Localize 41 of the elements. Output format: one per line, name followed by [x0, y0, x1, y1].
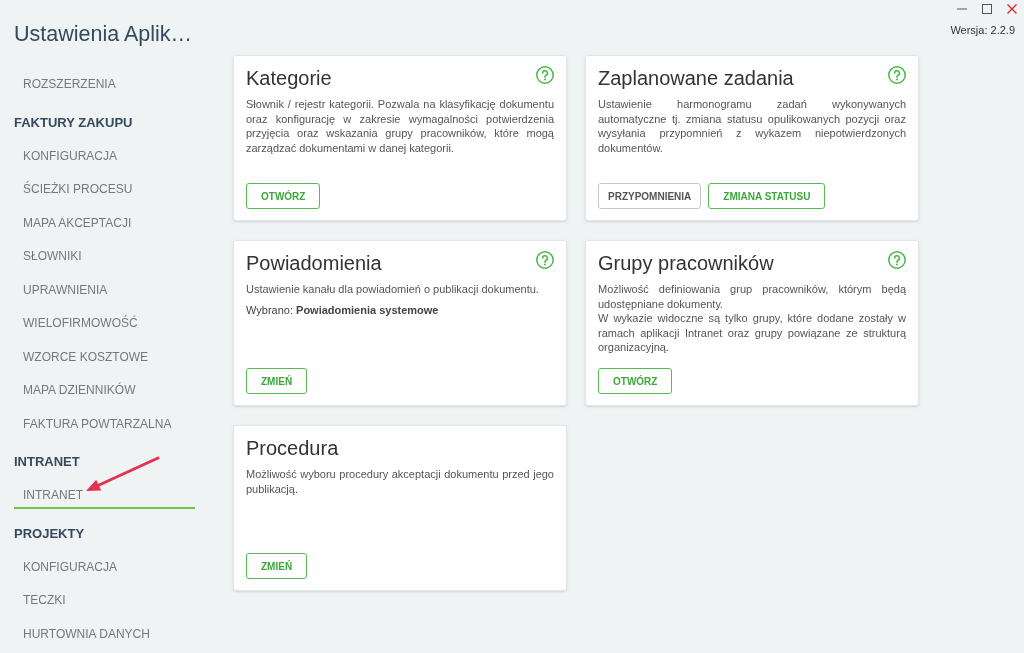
sidebar-item[interactable]: WIELOFIRMOWOŚĆ	[14, 312, 195, 337]
sidebar-item[interactable]: WZORCE KOSZTOWE	[14, 345, 195, 371]
sidebar-item[interactable]: MAPA DZIENNIKÓW	[14, 379, 195, 404]
sidebar-item[interactable]: ROZSZERZENIA	[14, 73, 195, 98]
card-title: Grupy pracowników	[598, 251, 774, 275]
close-icon[interactable]	[1007, 4, 1017, 14]
sidebar-item[interactable]: UPRAWNIENIA	[14, 278, 195, 304]
sidebar-item[interactable]: KONFIGURACJA	[14, 144, 195, 170]
card-button[interactable]: ZMIANA STATUSU	[708, 183, 826, 209]
help-icon[interactable]	[536, 251, 554, 269]
sidebar-item[interactable]: ŚCIEŻKI PROCESU	[14, 178, 195, 203]
card-description: Możliwość wyboru procedury akceptacji dokumentu przed jego publikacją.	[246, 467, 554, 496]
app-title: Ustawienia Aplik…	[14, 21, 193, 48]
card-description: Ustawienie harmonogramu zadań wykonywanych automatyczne tj. zmiana statusu opulikowanych pozycji oraz wysyłania przypomnień z wykazem niepotwierdzonych dokumentów.	[598, 97, 906, 155]
card-button[interactable]: ZMIEŃ	[246, 368, 308, 394]
card-button[interactable]: ZMIEŃ	[246, 553, 308, 579]
card-button[interactable]: OTWÓRZ	[246, 183, 321, 209]
sidebar-item[interactable]: SŁOWNIKI	[14, 245, 195, 270]
maximize-icon[interactable]	[982, 4, 992, 14]
help-icon[interactable]	[888, 251, 906, 269]
section-heading: PROJEKTY	[14, 524, 85, 543]
sidebar-item[interactable]: FAKTURA POWTARZALNA	[14, 412, 195, 438]
card-title: Powiadomienia	[246, 251, 382, 275]
card-button[interactable]: PRZYPOMNIENIA	[598, 183, 702, 209]
card-title: Zaplanowane zadania	[598, 66, 794, 90]
card-title: Kategorie	[246, 66, 332, 90]
card-description: Ustawienie kanału dla powiadomień o publikacji dokumentu.	[246, 282, 540, 297]
card-title: Procedura	[246, 436, 339, 460]
card-button[interactable]: OTWÓRZ	[598, 368, 673, 394]
section-heading: INTRANET	[14, 453, 80, 471]
sidebar-item[interactable]: KONFIGURACJA	[14, 555, 195, 581]
help-icon[interactable]	[536, 66, 554, 84]
sidebar-item[interactable]: MAPA AKCEPTACJI	[14, 211, 195, 237]
version-label: Wersja: 2.2.9	[950, 23, 1015, 37]
card-description: Możliwość definiowania grup pracowników, którym będą udostępniane dokumenty. W wykazie widoczne są tylko grupy, które dodane zostały w ramach aplikacji Intranet oraz grupy powiązane ze strukturą organizacyjną.	[598, 282, 906, 355]
section-heading: FAKTURY ZAKUPU	[14, 113, 133, 132]
sidebar-item[interactable]: HURTOWNIA DANYCH	[14, 622, 195, 648]
card-description: Słownik / rejestr kategorii. Pozwala na klasyfikację dokumentu oraz konfigurację w zakresie wymagalności potwierdzenia przyjęcia oraz wskazania grupy pracowników, które mogą zarządzać dokumentami w danej kategorii.	[246, 97, 554, 155]
help-icon[interactable]	[888, 66, 906, 84]
selected-channel: Wybrano: Powiadomienia systemowe	[246, 302, 440, 317]
sidebar-item[interactable]: TECZKI	[14, 589, 195, 614]
